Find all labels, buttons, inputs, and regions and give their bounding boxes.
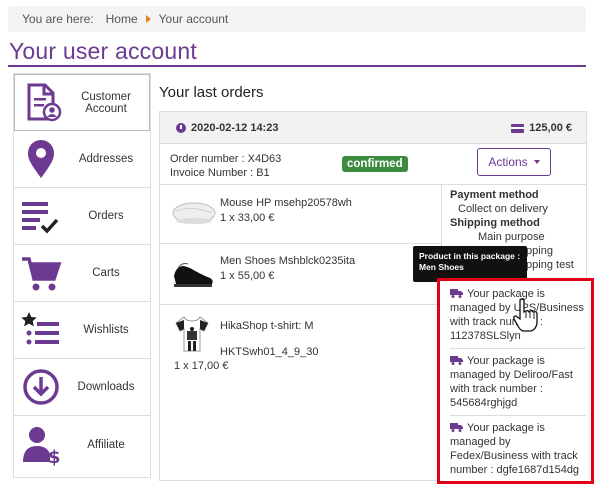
status-badge: confirmed xyxy=(342,156,408,172)
sidebar-item-label: Carts xyxy=(92,267,120,279)
truck-icon xyxy=(450,423,463,432)
breadcrumb-separator-icon xyxy=(145,15,151,23)
shoes-product-image xyxy=(174,263,213,287)
tshirt-product-image xyxy=(175,316,209,352)
sidebar-item-wishlists[interactable]: Wishlists xyxy=(14,302,150,359)
product-quantity: 1 x 33,00 € xyxy=(220,212,275,224)
package-tooltip: Product in this package : Men Shoes xyxy=(413,246,527,287)
payment-method-value: Collect on delivery xyxy=(458,203,548,215)
hand-cursor-icon xyxy=(513,298,538,332)
download-icon xyxy=(23,369,59,405)
package-item[interactable]: Your package is managed by Deliroo/Fast … xyxy=(450,354,586,410)
divider xyxy=(450,415,586,416)
sidebar-item-affiliate[interactable]: $ Affiliate xyxy=(14,416,150,473)
truck-icon xyxy=(450,289,463,298)
shipping-method-value: Main purpose xyxy=(478,231,545,243)
order-header: 2020-02-12 14:23 125,00 € xyxy=(160,112,586,144)
product-quantity: 1 x 55,00 € xyxy=(220,270,275,282)
order-product-row: HikaShop t-shirt: M HKTSwh01_4_9_30 1 x … xyxy=(160,305,441,385)
user-doc-icon xyxy=(27,83,62,122)
package-text: Your package is managed by Deliroo/Fast … xyxy=(450,355,573,409)
product-name-link[interactable]: Mouse HP msehp20578wh xyxy=(220,197,352,209)
clock-icon xyxy=(176,123,186,133)
order-number: Order number : X4D63 xyxy=(170,153,282,165)
package-item[interactable]: Your package is managed by Fedex/Busines… xyxy=(450,421,586,477)
actions-dropdown-button[interactable]: Actions xyxy=(477,148,551,176)
sidebar-item-addresses[interactable]: Addresses xyxy=(14,131,150,188)
breadcrumb-current: Your account xyxy=(158,12,229,26)
breadcrumb-label: You are here: xyxy=(22,12,94,26)
product-quantity: 1 x 17,00 € xyxy=(174,360,229,372)
order-total: 125,00 € xyxy=(511,122,572,134)
tooltip-label: Product in this package : xyxy=(419,251,521,261)
package-text: Your package is managed by Fedex/Busines… xyxy=(450,422,580,476)
mouse-product-image xyxy=(172,202,216,224)
credit-card-icon xyxy=(511,123,525,133)
last-orders-title: Your last orders xyxy=(159,84,264,101)
actions-label: Actions xyxy=(488,155,528,169)
tooltip-product: Men Shoes xyxy=(419,262,464,272)
page-title: Your user account xyxy=(9,38,197,64)
sidebar-item-customer-account[interactable]: Customer Account xyxy=(14,74,150,131)
order-product-row: Men Shoes Mshblck0235ita 1 x 55,00 € xyxy=(160,244,441,304)
order-total-value: 125,00 € xyxy=(529,122,572,134)
sidebar-item-label: Affiliate xyxy=(87,438,125,451)
sidebar-item-label: Customer Account xyxy=(81,90,131,115)
truck-icon xyxy=(450,356,463,365)
account-sidebar: Customer Account Addresses Orders Carts xyxy=(13,73,151,478)
sidebar-item-orders[interactable]: Orders xyxy=(14,188,150,245)
orders-check-icon xyxy=(22,202,59,234)
product-code: HKTSwh01_4_9_30 xyxy=(220,346,319,358)
title-divider xyxy=(8,65,586,67)
sidebar-item-carts[interactable]: Carts xyxy=(14,245,150,302)
breadcrumb: You are here: Home Your account xyxy=(8,6,586,32)
order-date-value: 2020-02-12 14:23 xyxy=(191,122,279,134)
svg-text:$: $ xyxy=(48,447,61,466)
breadcrumb-home-link[interactable]: Home xyxy=(106,12,138,26)
shipping-method-title: Shipping method xyxy=(450,217,540,229)
product-name-link[interactable]: HikaShop t-shirt: M xyxy=(220,320,314,332)
order-date: 2020-02-12 14:23 xyxy=(176,122,278,134)
wishlist-star-icon xyxy=(21,312,59,345)
order-numbers: Order number : X4D63 Invoice Number : B1 xyxy=(170,152,281,180)
sidebar-item-label: Downloads xyxy=(77,381,135,393)
sidebar-item-downloads[interactable]: Downloads xyxy=(14,359,150,416)
payment-method-title: Payment method xyxy=(450,189,539,201)
order-product-row: Mouse HP msehp20578wh 1 x 33,00 € xyxy=(160,185,441,243)
invoice-number: Invoice Number : B1 xyxy=(170,167,270,179)
divider xyxy=(450,348,586,349)
sidebar-item-label: Addresses xyxy=(78,153,134,165)
map-pin-icon xyxy=(28,140,54,178)
product-name-link[interactable]: Men Shoes Mshblck0235ita xyxy=(220,255,355,267)
affiliate-user-icon: $ xyxy=(23,427,61,466)
sidebar-item-label: Wishlists xyxy=(83,324,129,336)
sidebar-item-label: Orders xyxy=(88,210,124,222)
cart-icon xyxy=(22,257,62,291)
caret-down-icon xyxy=(533,160,540,164)
